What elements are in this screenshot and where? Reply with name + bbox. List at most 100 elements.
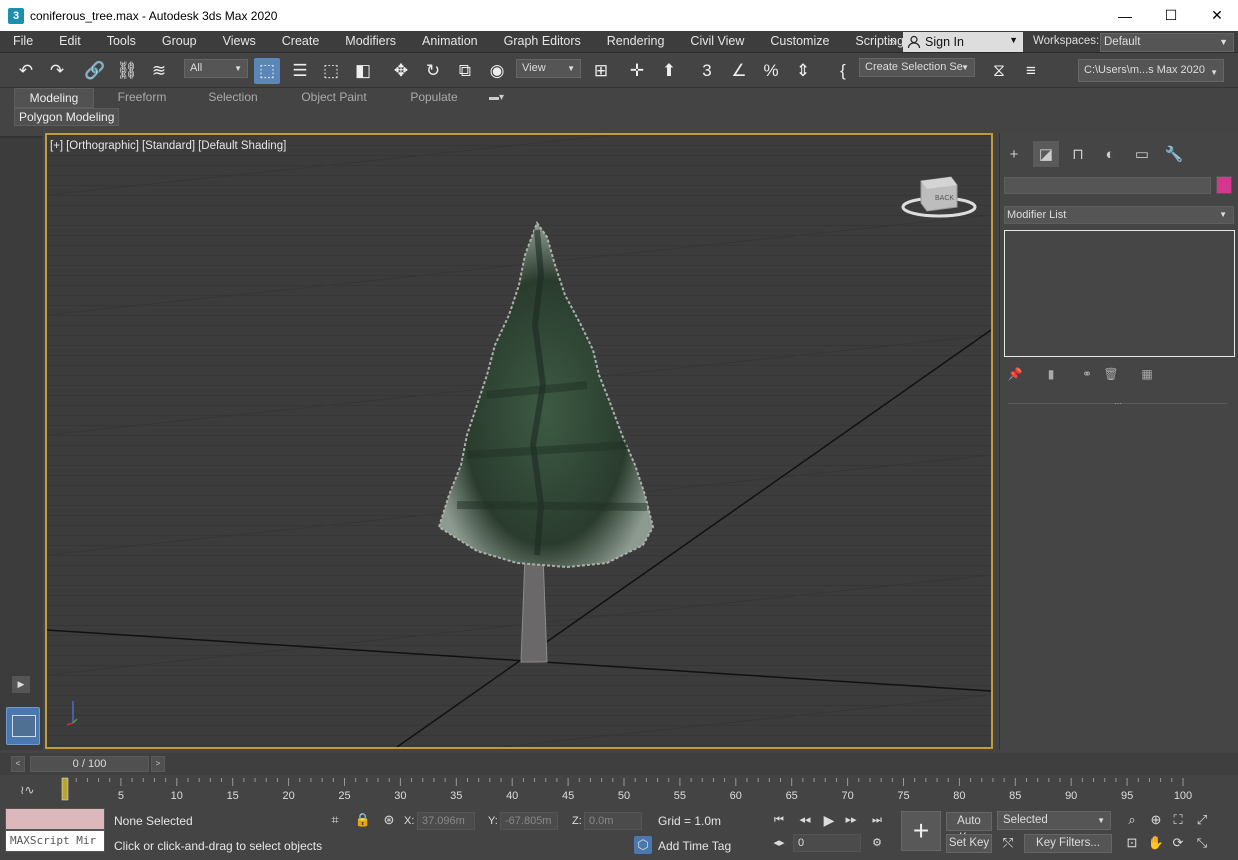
align-icon[interactable]: ≡ [1018, 58, 1044, 84]
time-configuration-icon[interactable]: ⚙ [868, 834, 886, 852]
set-key-button[interactable]: Set Key [946, 834, 992, 853]
polygon-modeling-panel[interactable]: Polygon Modeling [14, 108, 120, 126]
absolute-mode-transform-icon[interactable]: ⊛ [380, 811, 398, 829]
go-to-end-icon[interactable]: ⏭ [868, 811, 886, 829]
curve-editor-icon[interactable]: ≀∿ [20, 783, 35, 797]
sign-in-dropdown[interactable]: Sign In ▼ [903, 32, 1023, 52]
create-tab-icon[interactable]: + [1001, 141, 1027, 167]
select-by-name-icon[interactable]: ☰ [287, 58, 313, 84]
modify-tab-icon[interactable]: ◪ [1033, 141, 1059, 167]
orbit-icon[interactable]: ⟳ [1169, 834, 1187, 852]
menu-views[interactable]: Views [210, 31, 269, 53]
tab-modeling[interactable]: Modeling [14, 88, 94, 108]
expand-layouts-icon[interactable]: ▶ [12, 676, 30, 693]
y-coordinate-field[interactable]: -67.805m [500, 812, 558, 830]
menu-civil-view[interactable]: Civil View [677, 31, 757, 53]
zoom-all-icon[interactable]: ⊕ [1147, 811, 1165, 829]
link-icon[interactable]: 🔗 [82, 58, 108, 84]
minimize-button[interactable]: — [1102, 0, 1148, 31]
tab-populate[interactable]: Populate [396, 88, 472, 108]
selection-filter-dropdown[interactable]: All ▼ [184, 59, 248, 78]
pan-view-icon[interactable]: ✋ [1147, 834, 1165, 852]
add-time-tag-button[interactable]: Add Time Tag [658, 839, 731, 853]
reference-coordinate-dropdown[interactable]: View ▼ [516, 59, 581, 78]
field-of-view-icon[interactable]: ⊡ [1123, 834, 1141, 852]
keyboard-shortcut-toggle-icon[interactable]: ⬆ [656, 58, 682, 84]
go-to-start-icon[interactable]: ⏮ [770, 811, 788, 829]
menu-graph-editors[interactable]: Graph Editors [491, 31, 594, 53]
menu-overflow-icon[interactable]: » [889, 34, 896, 49]
edit-named-selection-icon[interactable]: { [830, 58, 856, 84]
next-frame-icon[interactable]: ▸▸ [842, 811, 860, 829]
maximize-button[interactable]: ☐ [1148, 0, 1194, 31]
modifier-stack[interactable] [1004, 230, 1235, 357]
viewport-orthographic[interactable]: BACK [45, 133, 993, 749]
motion-tab-icon[interactable]: ◐ [1097, 141, 1123, 167]
menu-create[interactable]: Create [269, 31, 333, 53]
spinner-snap-icon[interactable]: ⇕ [790, 58, 816, 84]
mirror-icon[interactable]: ⧖ [986, 58, 1012, 84]
key-mode-toggle-icon[interactable]: ◂▸ [770, 834, 788, 852]
tab-object-paint[interactable]: Object Paint [288, 88, 380, 108]
default-in-out-tangents-icon[interactable]: ⤲ [999, 834, 1017, 852]
maximize-viewport-toggle-icon[interactable]: ⤡ [1193, 834, 1211, 852]
object-color-swatch[interactable] [1216, 176, 1232, 194]
rotate-icon[interactable]: ↻ [420, 58, 446, 84]
previous-frame-icon[interactable]: ◂◂ [796, 811, 814, 829]
undo-icon[interactable]: ↶ [13, 58, 39, 84]
pin-stack-icon[interactable]: 📌 [1007, 366, 1023, 382]
project-folder-dropdown[interactable]: C:\Users\m...s Max 2020 ▼ [1078, 59, 1224, 82]
zoom-extents-icon[interactable]: ⛶ [1169, 811, 1187, 829]
modifier-list-dropdown[interactable]: Modifier List ▼ [1004, 206, 1234, 224]
bind-spacewarp-icon[interactable]: ≋ [146, 58, 172, 84]
scale-icon[interactable]: ⧉ [452, 58, 478, 84]
menu-edit[interactable]: Edit [46, 31, 94, 53]
time-slider-prev-button[interactable]: < [11, 756, 25, 772]
viewport-general-menu[interactable]: [+] [50, 140, 63, 152]
x-coordinate-field[interactable]: 37.096m [417, 812, 475, 830]
track-ruler[interactable]: 5 10 15 20 25 30 35 40 45 50 55 60 65 70 75 80 85 90 95 100 [58, 776, 1238, 806]
percent-snap-icon[interactable]: % [758, 58, 784, 84]
object-name-field[interactable] [1004, 177, 1211, 194]
viewport-shading-standard-menu[interactable]: [Standard] [142, 140, 195, 152]
set-keys-icon[interactable]: + [901, 811, 941, 851]
maxscript-listener-output[interactable] [5, 808, 105, 830]
play-icon[interactable]: ▶ [820, 811, 838, 829]
selection-lock-icon[interactable]: 🔒 [354, 811, 372, 829]
maxscript-mini-listener[interactable]: MAXScript Mir [5, 830, 105, 852]
isolate-selection-icon[interactable]: ⌗ [326, 811, 344, 829]
tab-freeform[interactable]: Freeform [103, 88, 181, 108]
unlink-icon[interactable]: ⛓ [114, 58, 140, 84]
menu-rendering[interactable]: Rendering [594, 31, 678, 53]
show-end-result-icon[interactable]: ▮ [1043, 366, 1059, 382]
menu-modifiers[interactable]: Modifiers [332, 31, 409, 53]
utilities-tab-icon[interactable]: 🔧 [1161, 141, 1187, 167]
viewport-point-of-view-menu[interactable]: [Orthographic] [66, 140, 139, 152]
ribbon-options-icon[interactable]: ▬▾ [489, 92, 504, 103]
angle-snap-icon[interactable]: ∠ [726, 58, 752, 84]
pivot-center-icon[interactable]: ⊞ [588, 58, 614, 84]
zoom-icon[interactable]: ⌕ [1123, 811, 1141, 829]
menu-group[interactable]: Group [149, 31, 210, 53]
key-mode-dropdown[interactable]: Selected ▼ [997, 811, 1111, 830]
close-button[interactable]: ✕ [1194, 0, 1238, 31]
make-unique-icon[interactable]: ⚭ [1079, 366, 1095, 382]
auto-key-button[interactable]: Auto Key [946, 812, 992, 844]
tab-selection[interactable]: Selection [194, 88, 272, 108]
placement-icon[interactable]: ◉ [484, 58, 510, 84]
current-frame-field[interactable]: 0 [793, 834, 861, 852]
window-crossing-icon[interactable]: ◧ [350, 58, 376, 84]
z-coordinate-field[interactable]: 0.0m [584, 812, 642, 830]
panel-resize-handle[interactable]: ⋯ [1111, 400, 1125, 408]
named-selection-dropdown[interactable]: Create Selection Se ▼ [859, 58, 975, 77]
hierarchy-tab-icon[interactable]: ⊓ [1065, 141, 1091, 167]
display-tab-icon[interactable]: ▭ [1129, 141, 1155, 167]
viewport-label-menu[interactable]: [+] [Orthographic] [Standard] [Default Shad… [50, 140, 289, 152]
viewport-layout-button[interactable] [6, 707, 40, 745]
move-icon[interactable]: ✥ [388, 58, 414, 84]
select-manipulate-icon[interactable]: ✛ [624, 58, 650, 84]
zoom-extents-all-icon[interactable]: ⤢ [1193, 811, 1211, 829]
rectangular-selection-icon[interactable]: ⬚ [318, 58, 344, 84]
workspace-dropdown[interactable]: Default ▼ [1100, 33, 1234, 52]
menu-customize[interactable]: Customize [757, 31, 842, 53]
